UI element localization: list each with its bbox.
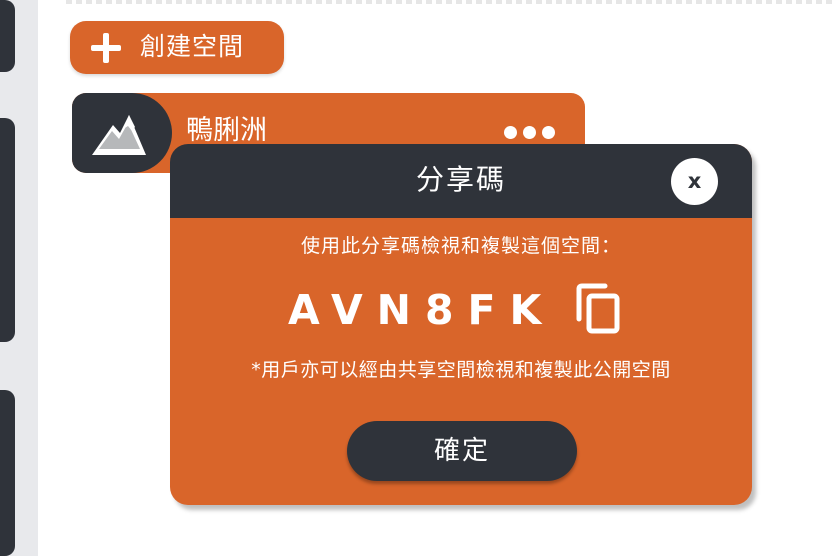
top-divider [66, 0, 835, 4]
sidebar-block [0, 118, 15, 342]
dialog-title: 分享碼 [415, 163, 506, 196]
mountain-icon [92, 115, 146, 155]
share-code-dialog: 分享碼 x 使用此分享碼檢視和複製這個空間： AVN8FK *用戶亦可以經由共享… [170, 144, 752, 505]
plus-icon [91, 33, 121, 63]
space-thumbnail [72, 93, 172, 173]
confirm-button[interactable]: 確定 [347, 421, 577, 481]
copy-icon[interactable] [575, 283, 623, 335]
share-note: *用戶亦可以經由共享空間檢視和複製此公開空間 [251, 359, 671, 381]
more-options-icon[interactable] [504, 126, 555, 139]
left-sidebar-strip [0, 0, 38, 556]
close-button[interactable]: x [671, 158, 718, 205]
sidebar-block [0, 0, 15, 72]
share-code-value: AVN8FK [288, 286, 556, 334]
dialog-header: 分享碼 x [170, 144, 752, 218]
share-instruction: 使用此分享碼檢視和複製這個空間： [300, 235, 621, 257]
sidebar-block [0, 390, 15, 556]
space-title: 鴨脷洲 [186, 115, 267, 146]
create-space-label: 創建空間 [140, 32, 245, 61]
create-space-button[interactable]: 創建空間 [70, 21, 284, 74]
